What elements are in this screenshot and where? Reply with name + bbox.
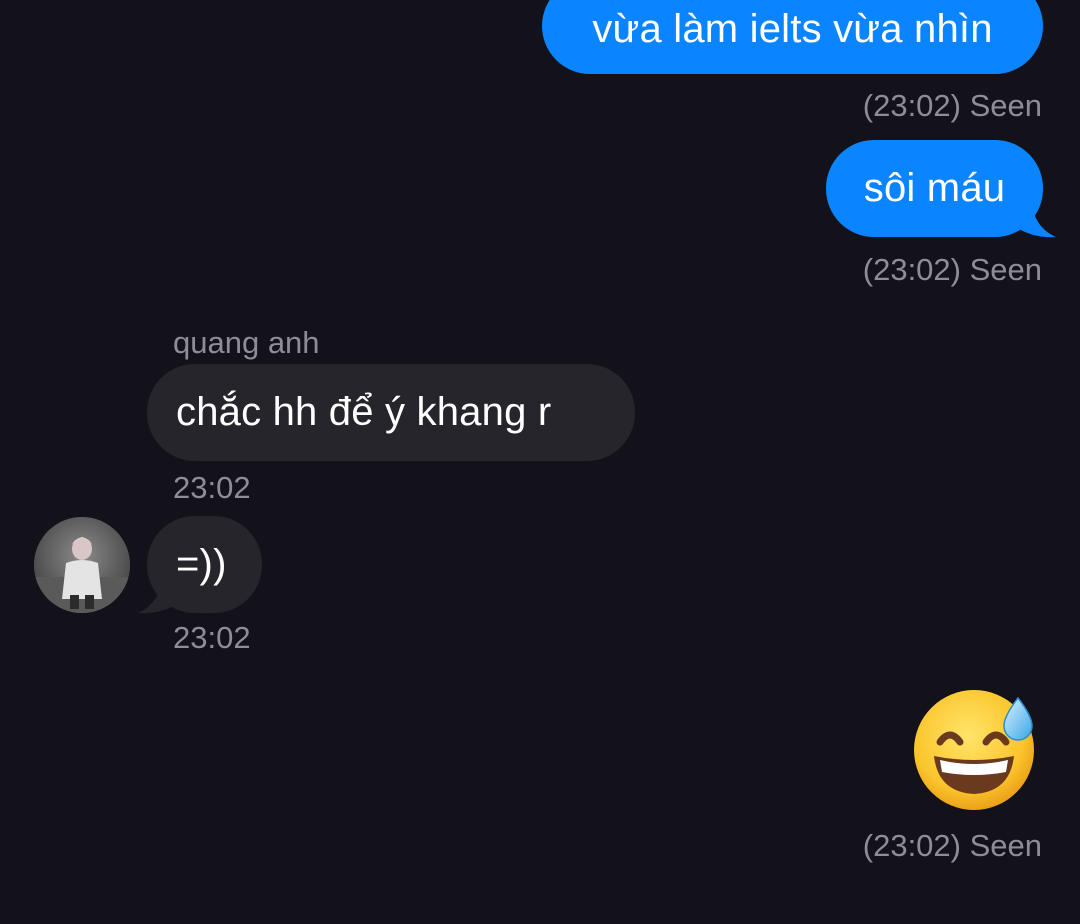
bubble-tail-icon xyxy=(1010,196,1056,238)
person-photo-icon xyxy=(34,517,130,613)
grinning-face-with-sweat-icon xyxy=(914,690,1034,810)
message-time: 23:02 xyxy=(173,620,251,655)
message-text: chắc hh để ý khang r xyxy=(176,390,552,434)
incoming-message-bubble[interactable]: =)) xyxy=(147,516,262,613)
emoji-message[interactable] xyxy=(910,684,1040,814)
outgoing-message-bubble[interactable]: vừa làm ielts vừa nhìn xyxy=(542,0,1043,74)
incoming-message-bubble[interactable]: chắc hh để ý khang r xyxy=(147,364,635,461)
message-status: (23:02) Seen xyxy=(862,828,1042,863)
message-time: 23:02 xyxy=(173,470,251,505)
message-status: (23:02) Seen xyxy=(862,252,1042,287)
message-text: vừa làm ielts vừa nhìn xyxy=(592,6,993,51)
message-text: sôi máu xyxy=(863,166,1006,210)
sender-name: quang anh xyxy=(173,325,320,360)
message-status: (23:02) Seen xyxy=(862,88,1042,123)
message-text: =)) xyxy=(176,542,227,586)
sender-avatar[interactable] xyxy=(34,517,130,613)
